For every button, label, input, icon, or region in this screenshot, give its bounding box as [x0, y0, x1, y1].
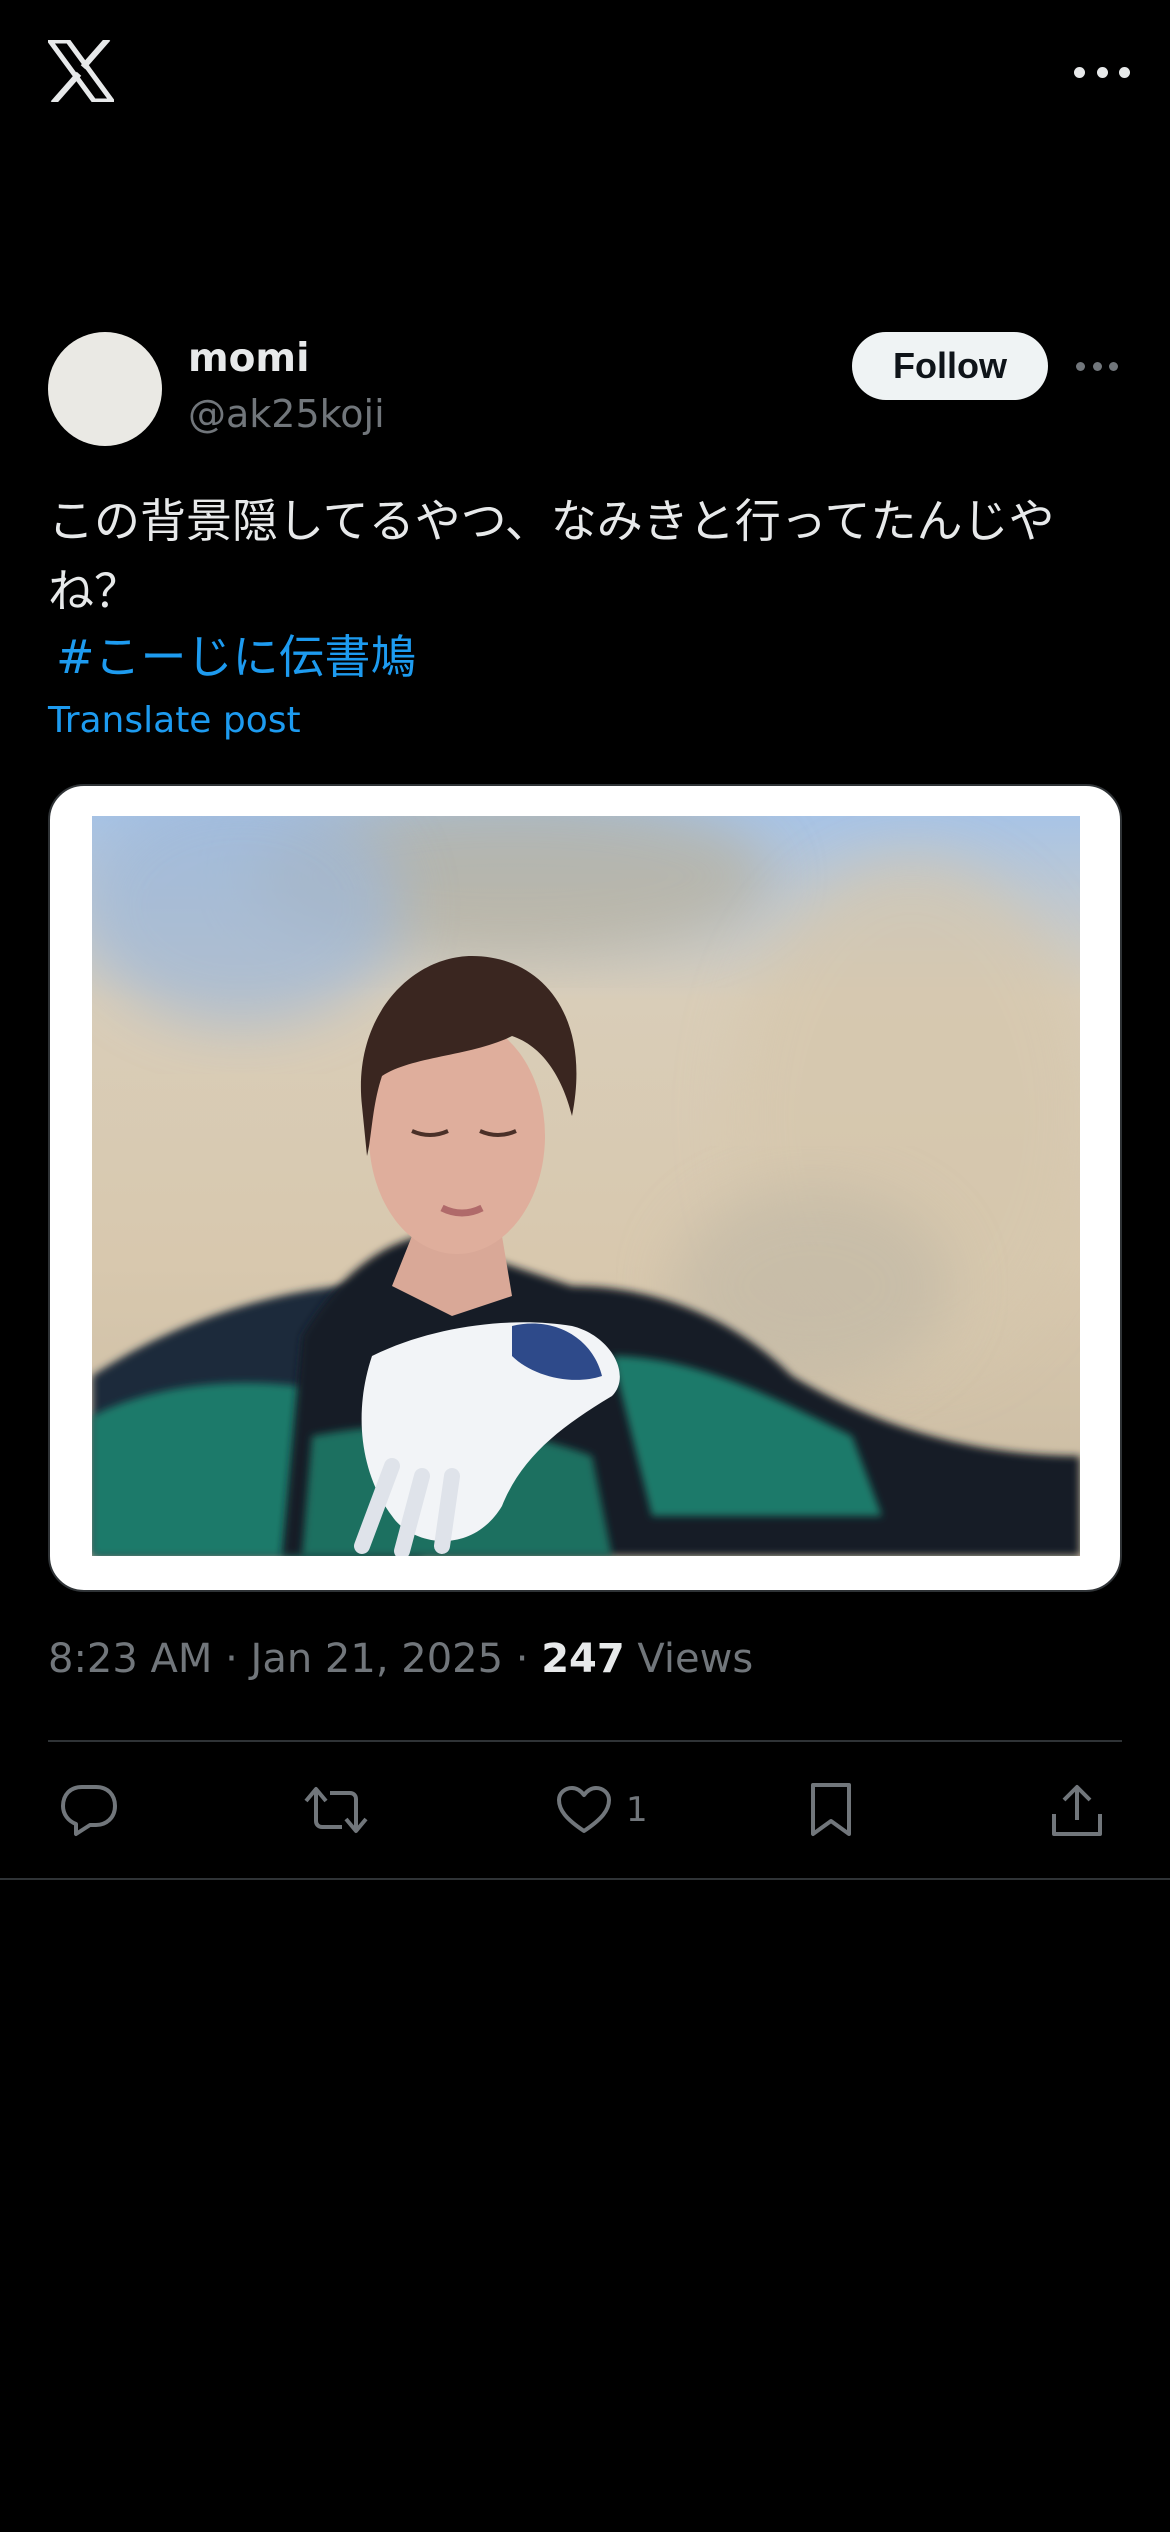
repost-button[interactable]	[304, 1770, 368, 1850]
author-display-name[interactable]: momi	[188, 337, 309, 381]
hashtag-link[interactable]: #こーじに伝書鳩	[56, 622, 417, 692]
top-bar	[0, 0, 1170, 150]
like-count: 1	[626, 1790, 648, 1830]
reply-icon	[60, 1783, 118, 1837]
like-button[interactable]: 1	[556, 1770, 648, 1850]
post-meta: 8:23 AM · Jan 21, 2025 · 247 Views	[48, 1636, 753, 1682]
more-options-icon[interactable]	[1074, 52, 1130, 92]
avatar[interactable]	[48, 332, 162, 446]
reply-button[interactable]	[60, 1770, 118, 1850]
x-logo-icon[interactable]	[45, 36, 117, 106]
bookmark-button[interactable]	[808, 1770, 854, 1850]
translate-post-link[interactable]: Translate post	[48, 700, 301, 741]
author-handle[interactable]: @ak25koji	[188, 393, 385, 436]
heart-icon	[556, 1785, 612, 1835]
share-button[interactable]	[1050, 1770, 1104, 1850]
post-text: この背景隠してるやつ、なみきと行ってたんじやね？	[48, 494, 1055, 618]
bookmark-icon	[808, 1782, 854, 1838]
post-more-icon[interactable]	[1076, 360, 1118, 372]
repost-icon	[304, 1783, 368, 1837]
post-header: momi @ak25koji Follow	[48, 332, 1122, 448]
action-bar: 1	[48, 1770, 1122, 1850]
share-icon	[1050, 1782, 1104, 1838]
views-count: 247	[541, 1636, 625, 1682]
follow-button[interactable]: Follow	[852, 332, 1048, 400]
divider	[48, 1740, 1122, 1742]
post-media[interactable]	[48, 784, 1122, 1592]
divider	[0, 1878, 1170, 1880]
post-photo	[92, 816, 1080, 1556]
post-timestamp[interactable]: 8:23 AM · Jan 21, 2025 ·	[48, 1636, 541, 1682]
views-label: Views	[624, 1636, 754, 1682]
